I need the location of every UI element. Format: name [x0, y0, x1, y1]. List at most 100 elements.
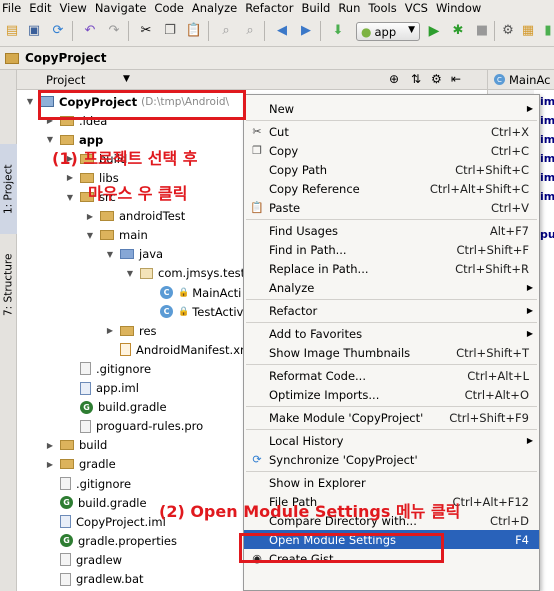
tree-item[interactable]: ▶ res	[105, 321, 157, 340]
tree-item[interactable]: Ggradle.properties	[45, 531, 177, 550]
menu-item-reformat-code[interactable]: Reformat Code... Ctrl+Alt+L	[244, 366, 539, 385]
chevron-down-icon: ▼	[123, 74, 130, 84]
tree-item[interactable]: .gitignore	[65, 359, 151, 378]
menu-item-cut[interactable]: ✂ Cut Ctrl+X	[244, 122, 539, 141]
menu-item-make-module-copyproject[interactable]: Make Module 'CopyProject' Ctrl+Shift+F9	[244, 408, 539, 427]
collapse-arrow-icon[interactable]: ▶	[45, 441, 55, 450]
menu-run[interactable]: Run	[338, 1, 365, 15]
stop-icon[interactable]: ■	[474, 23, 490, 39]
scroll-from-source-icon[interactable]: ⊕	[389, 72, 399, 86]
menu-item-analyze[interactable]: Analyze ▶	[244, 278, 539, 297]
forward-icon[interactable]: ▶	[298, 23, 314, 39]
expand-arrow-icon[interactable]: ▼	[25, 97, 35, 106]
menu-analyze[interactable]: Analyze	[192, 1, 242, 15]
sdk-manager-icon[interactable]: ⚙	[500, 23, 516, 39]
tree-item[interactable]: gradlew.bat	[45, 570, 144, 589]
menu-file[interactable]: File	[2, 1, 26, 15]
menu-item-local-history[interactable]: Local History ▶	[244, 431, 539, 450]
copy-icon[interactable]: ❐	[162, 23, 178, 39]
editor-tab[interactable]: C MainAc	[488, 70, 554, 90]
tree-item[interactable]: ▼ java	[105, 245, 163, 264]
collapse-arrow-icon[interactable]: ▶	[65, 173, 75, 182]
menu-item-copy-path[interactable]: Copy Path Ctrl+Shift+C	[244, 160, 539, 179]
tree-item[interactable]: .gitignore	[45, 474, 131, 493]
tree-item[interactable]: Gbuild.gradle	[65, 398, 167, 417]
menu-item-copy[interactable]: ❐ Copy Ctrl+C	[244, 141, 539, 160]
paste-icon[interactable]: 📋	[186, 23, 202, 39]
menu-item-find-usages[interactable]: Find Usages Alt+F7	[244, 221, 539, 240]
menu-item-paste[interactable]: 📋 Paste Ctrl+V	[244, 198, 539, 217]
tree-item[interactable]: C 🔒 TestActiv	[145, 302, 243, 321]
back-icon[interactable]: ◀	[274, 23, 290, 39]
menu-item-label: Local History	[269, 433, 344, 448]
tree-item[interactable]: Gbuild.gradle	[45, 493, 147, 512]
expand-arrow-icon[interactable]: ▼	[105, 250, 115, 259]
expand-arrow-icon[interactable]: ▼	[65, 193, 75, 202]
menu-navigate[interactable]: Navigate	[95, 1, 152, 15]
menu-item-label: Reformat Code...	[269, 368, 366, 383]
menu-item-copy-reference[interactable]: Copy Reference Ctrl+Alt+Shift+C	[244, 179, 539, 198]
menu-separator	[246, 120, 537, 121]
breadcrumb-project[interactable]: CopyProject	[25, 51, 107, 65]
menu-item-refactor[interactable]: Refactor ▶	[244, 301, 539, 320]
menu-item-optimize-imports[interactable]: Optimize Imports... Ctrl+Alt+O	[244, 385, 539, 404]
collapse-arrow-icon[interactable]: ▶	[85, 212, 95, 221]
tree-item[interactable]: CopyProject.iml	[45, 512, 166, 531]
expand-arrow-icon[interactable]: ▼	[45, 135, 55, 144]
menu-item-add-to-favorites[interactable]: Add to Favorites ▶	[244, 324, 539, 343]
tree-item[interactable]: gradlew	[45, 550, 122, 569]
undo-icon[interactable]: ↶	[82, 23, 98, 39]
collapse-arrow-icon[interactable]: ▶	[105, 326, 115, 335]
tree-item[interactable]: ▶ build	[45, 436, 107, 455]
menu-item-new[interactable]: New ▶	[244, 99, 539, 118]
tree-item[interactable]: ▼ main	[85, 226, 148, 245]
debug-icon[interactable]: ✱	[450, 23, 466, 39]
menu-view[interactable]: View	[60, 1, 92, 15]
menu-item-show-in-explorer[interactable]: Show in Explorer	[244, 473, 539, 492]
expand-arrow-icon[interactable]: ▼	[125, 269, 135, 278]
tree-item[interactable]: AndroidManifest.xm	[105, 340, 251, 359]
redo-icon[interactable]: ↷	[106, 23, 122, 39]
tree-item[interactable]: app.iml	[65, 379, 139, 398]
cut-icon[interactable]: ✂	[138, 23, 154, 39]
save-icon[interactable]: ▣	[26, 23, 42, 39]
run-icon[interactable]: ▶	[426, 23, 442, 39]
sync-icon[interactable]: ⟳	[50, 23, 66, 39]
code-line: im	[540, 133, 554, 146]
tab-project[interactable]: 1: Project	[0, 144, 17, 234]
menu-item-synchronize-copyproject[interactable]: ⟳ Synchronize 'CopyProject'	[244, 450, 539, 469]
open-folder-icon[interactable]: ▤	[4, 23, 20, 39]
replace-icon[interactable]: ⌕	[242, 23, 258, 39]
tab-structure[interactable]: 7: Structure	[0, 242, 17, 328]
run-config-select[interactable]: ● app ▼	[356, 22, 420, 41]
tree-item[interactable]: ▶ androidTest	[85, 207, 185, 226]
menu-vcs[interactable]: VCS	[405, 1, 433, 15]
tree-item[interactable]: ▼ com.jmsys.test	[125, 264, 245, 283]
menu-separator	[246, 429, 537, 430]
tree-item[interactable]: proguard-rules.pro	[65, 417, 203, 436]
view-selector[interactable]: Project	[46, 73, 85, 87]
tree-item[interactable]: ▶ gradle	[45, 455, 116, 474]
find-icon[interactable]: ⌕	[218, 23, 234, 39]
expand-arrow-icon[interactable]: ▼	[85, 231, 95, 240]
avd-manager-icon[interactable]: ▦	[520, 23, 536, 39]
menu-item-replace-in-path[interactable]: Replace in Path... Ctrl+Shift+R	[244, 259, 539, 278]
menu-code[interactable]: Code	[154, 1, 188, 15]
menu-tools[interactable]: Tools	[368, 1, 401, 15]
make-icon[interactable]: ⬇	[330, 23, 346, 39]
menu-item-label: Cut	[269, 124, 289, 139]
hide-icon[interactable]: ⇤	[451, 72, 461, 86]
menu-refactor[interactable]: Refactor	[245, 1, 298, 15]
collapse-arrow-icon[interactable]: ▶	[45, 460, 55, 469]
menu-item-show-image-thumbnails[interactable]: Show Image Thumbnails Ctrl+Shift+T	[244, 343, 539, 362]
menu-window[interactable]: Window	[436, 1, 486, 15]
menu-edit[interactable]: Edit	[29, 1, 56, 15]
menu-build[interactable]: Build	[301, 1, 335, 15]
gear-icon[interactable]: ⚙	[431, 72, 442, 86]
menu-item-find-in-path[interactable]: Find in Path... Ctrl+Shift+F	[244, 240, 539, 259]
tree-item[interactable]: C 🔒 MainActi	[145, 283, 241, 302]
lock-icon: 🔒	[178, 306, 190, 317]
device-icon[interactable]: ▮	[540, 23, 554, 39]
menu-item-label: Analyze	[269, 280, 315, 295]
collapse-all-icon[interactable]: ⇅	[411, 72, 421, 86]
